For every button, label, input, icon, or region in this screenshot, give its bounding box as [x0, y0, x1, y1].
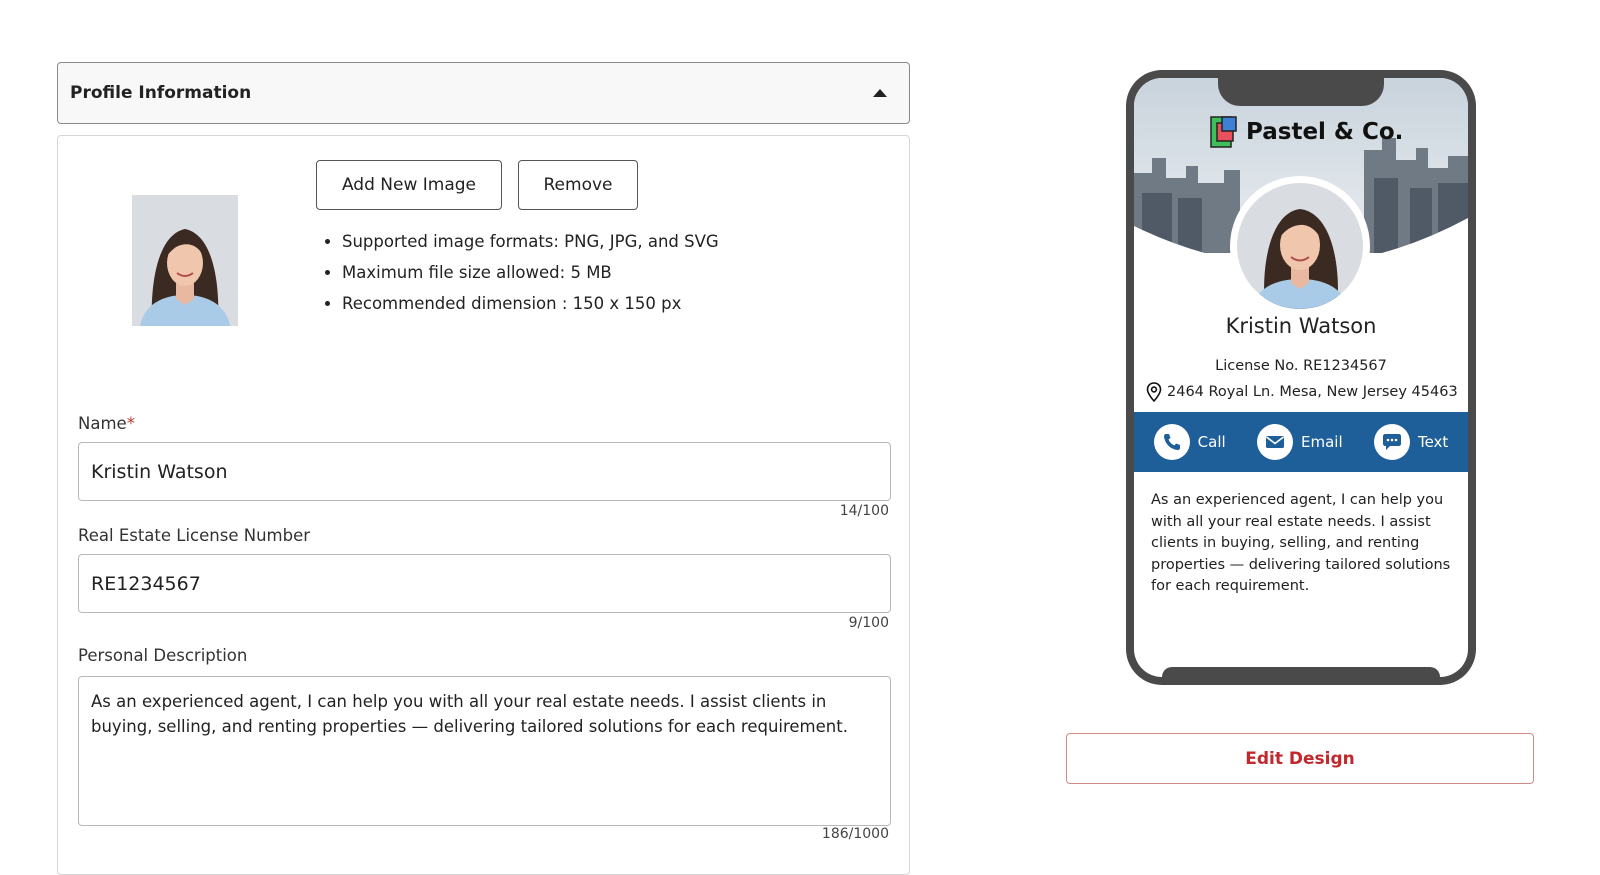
card-address: 2464 Royal Ln. Mesa, New Jersey 45463 [1146, 382, 1458, 402]
profile-information-header[interactable]: Profile Information [57, 62, 910, 124]
home-indicator [1162, 667, 1440, 677]
license-number-input[interactable]: RE1234567 [78, 554, 891, 613]
license-char-counter: 9/100 [848, 615, 889, 631]
card-license-number: License No. RE1234567 [1215, 358, 1387, 374]
license-label: Real Estate License Number [78, 526, 311, 545]
list-item: Supported image formats: PNG, JPG, and S… [342, 226, 719, 257]
pastel-logo-icon [1210, 116, 1237, 148]
edit-design-button[interactable]: Edit Design [1066, 733, 1534, 784]
name-char-counter: 14/100 [839, 503, 889, 519]
name-input[interactable]: Kristin Watson [78, 442, 891, 501]
avatar [1230, 176, 1370, 316]
profile-information-panel: Add New Image Remove Supported image for… [57, 135, 910, 875]
profile-photo-thumbnail [132, 195, 238, 326]
email-label: Email [1301, 433, 1343, 451]
email-action[interactable]: Email [1257, 424, 1343, 460]
image-requirements-list: Supported image formats: PNG, JPG, and S… [320, 226, 719, 319]
envelope-icon [1257, 424, 1293, 460]
chat-bubble-icon [1373, 424, 1410, 460]
call-action[interactable]: Call [1153, 424, 1226, 460]
add-new-image-button[interactable]: Add New Image [316, 160, 502, 210]
personal-description-textarea[interactable]: As an experienced agent, I can help you … [78, 676, 891, 826]
phone-notch [1218, 78, 1384, 106]
list-item: Maximum file size allowed: 5 MB [342, 257, 719, 288]
name-label: Name* [78, 414, 135, 433]
required-marker: * [126, 414, 135, 433]
phone-screen: Pastel & Co. Kristin Watson License No. … [1134, 78, 1468, 677]
card-address-text: 2464 Royal Ln. Mesa, New Jersey 45463 [1167, 384, 1458, 400]
text-action[interactable]: Text [1373, 424, 1449, 460]
phone-icon [1153, 424, 1190, 460]
description-label: Personal Description [78, 646, 248, 665]
section-title: Profile Information [70, 83, 252, 103]
phone-preview: Pastel & Co. Kristin Watson License No. … [1126, 70, 1476, 685]
caret-up-icon[interactable] [873, 89, 887, 97]
brand-logo: Pastel & Co. [1210, 116, 1403, 148]
call-label: Call [1197, 433, 1226, 451]
brand-name: Pastel & Co. [1246, 119, 1404, 145]
card-agent-name: Kristin Watson [1225, 314, 1377, 338]
text-label: Text [1417, 433, 1449, 451]
description-char-counter: 186/1000 [821, 826, 889, 842]
list-item: Recommended dimension : 150 x 150 px [342, 288, 719, 319]
location-pin-icon [1146, 382, 1162, 402]
remove-image-button[interactable]: Remove [518, 160, 638, 210]
contact-actions-bar: Call Email Text [1134, 412, 1468, 472]
card-description: As an experienced agent, I can help you … [1151, 492, 1451, 595]
